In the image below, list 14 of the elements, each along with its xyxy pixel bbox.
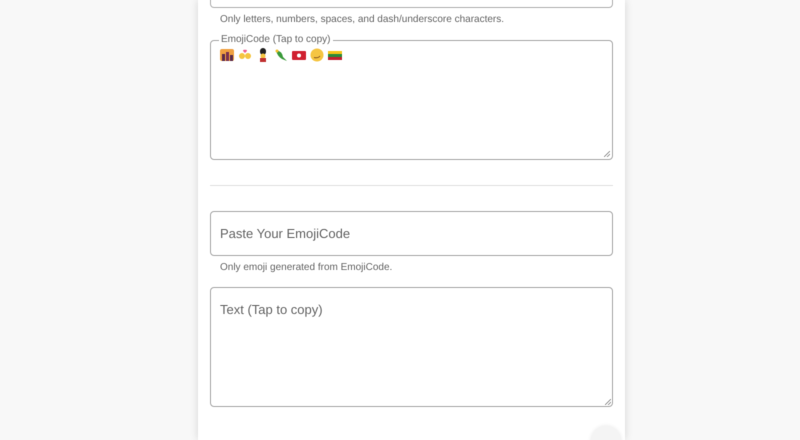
helper-text: Only emoji generated from EmojiCode. xyxy=(220,262,394,274)
field-label: EmojiCode (Tap to copy) xyxy=(220,34,332,46)
emoji-code-field[interactable]: EmojiCode (Tap to copy) xyxy=(210,34,613,160)
smirk-face-icon xyxy=(310,48,324,62)
flag-icon xyxy=(328,48,342,62)
flag-icon xyxy=(292,48,306,62)
resize-handle-icon[interactable] xyxy=(604,151,610,157)
city-sunset-icon xyxy=(220,48,234,62)
parrot-icon xyxy=(274,48,288,62)
text-field[interactable]: Text (Tap to copy) xyxy=(210,287,613,407)
paste-field[interactable]: Paste Your EmojiCode xyxy=(210,211,613,256)
resize-handle-icon[interactable] xyxy=(605,399,611,405)
couple-heart-icon xyxy=(238,48,252,62)
helper-text: Only letters, numbers, spaces, and dash/underscore characters. xyxy=(220,14,506,26)
